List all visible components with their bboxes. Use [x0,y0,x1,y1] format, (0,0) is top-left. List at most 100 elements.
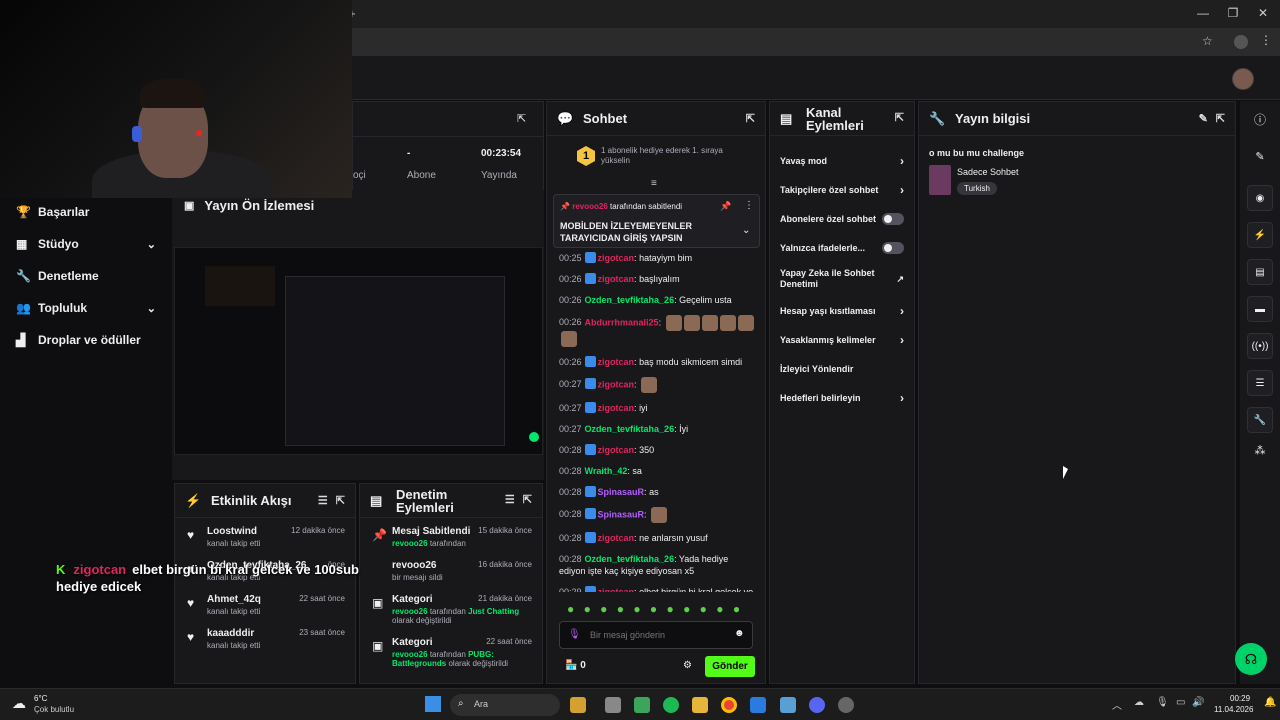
emote-image[interactable] [683,315,700,331]
activity-user[interactable]: Loostwind [207,526,257,537]
unpin-icon[interactable]: 📌 [720,201,731,212]
popout-icon[interactable]: ⇱ [746,112,755,125]
pinned-by-user[interactable]: revooo26 [572,202,608,211]
nav-item-moderation[interactable]: 🔧 Denetleme [0,260,172,292]
action-banned-words[interactable]: Yasaklanmış kelimeler › [770,325,914,354]
action-set-goals[interactable]: Hedefleri belirleyin › [770,383,914,412]
windows-start-icon[interactable] [425,696,441,712]
filter-icon[interactable]: ☰ [318,494,328,507]
emote-image[interactable] [701,315,718,331]
nav-item-community[interactable]: 👥 Topluluk ⌄ [0,292,172,324]
chevron-down-icon[interactable]: ⌄ [742,225,750,236]
emote-image[interactable] [719,315,736,331]
mod-user[interactable]: revooo26 [392,539,428,548]
bookmark-star-icon[interactable]: ☆ [1202,34,1213,48]
edit-icon[interactable]: ✎ [1199,112,1208,125]
tray-chevron-icon[interactable]: ︿ [1112,697,1122,712]
profile-icon[interactable] [1234,35,1248,49]
message-user[interactable]: Wraith_42 [585,466,628,476]
list-icon[interactable]: ☰ [1247,370,1273,396]
emoji-icon[interactable]: ☻ [734,628,745,639]
store-icon[interactable] [634,697,650,713]
maximize-button[interactable]: ❐ [1218,6,1248,20]
close-window-button[interactable]: ✕ [1248,6,1278,20]
chat-settings-icon[interactable]: ≡ [651,178,657,189]
microphone-icon[interactable]: 🎙 [568,629,581,640]
message-user[interactable]: zigotcan [598,587,635,592]
discord-icon[interactable] [809,697,825,713]
tray-icon[interactable]: ☁ [1134,697,1144,708]
message-user[interactable]: SpinasauR [598,487,645,497]
volume-icon[interactable]: 🔊 [1192,697,1204,708]
action-redirect-viewers[interactable]: İzleyici Yönlendir [770,354,914,383]
filter-icon[interactable]: ☰ [505,494,515,507]
chat-input[interactable] [588,627,728,643]
nav-item-drops[interactable]: ▟ Droplar ve ödüller [0,324,172,356]
pinned-message[interactable]: 📌 revooo26 tarafından sabitlendi 📌 ⋮ MOB… [553,194,760,248]
emote-image[interactable] [665,315,682,331]
more-options-icon[interactable]: ⋮ [744,200,754,211]
channel-points[interactable]: 🏪 0 [565,660,586,671]
action-slow-mode[interactable]: Yavaş mod › [770,146,914,175]
mic-tray-icon[interactable]: 🎙 [1156,697,1169,708]
network-icon[interactable]: ▭ [1176,697,1185,708]
popout-icon[interactable]: ⇱ [336,494,345,507]
gear-icon[interactable]: ⚙ [683,660,692,671]
message-user[interactable]: Ozden_tevfiktaha_26 [585,554,675,564]
mail-icon[interactable] [750,697,766,713]
action-subscribers-only[interactable]: Abonelere özel sohbet [770,204,914,233]
emote-image[interactable] [561,331,577,347]
action-ai-moderation[interactable]: Yapay Zeka ile Sohbet Denetimi ↗ [770,262,914,296]
mod-user[interactable]: revooo26 [392,650,428,659]
message-user[interactable]: Ozden_tevfiktaha_26 [585,295,675,305]
app-icon[interactable] [838,697,854,713]
browser-menu-icon[interactable]: ⋮ [1260,33,1272,47]
send-button[interactable]: Gönder [705,656,755,677]
help-button[interactable]: ☊ [1235,643,1267,675]
message-user[interactable]: SpinasauR [598,509,645,519]
message-user[interactable]: zigotcan [598,403,635,413]
emote-image[interactable] [737,315,754,331]
mod-action[interactable]: revooo26 [392,560,436,571]
message-user[interactable]: zigotcan [598,533,635,543]
tag-badge[interactable]: Turkish [957,182,997,195]
action-account-age[interactable]: Hesap yaşı kısıtlaması › [770,296,914,325]
chat-icon[interactable]: ▬ [1247,296,1273,322]
emote-image[interactable] [651,507,668,523]
broadcast-icon[interactable]: ((•)) [1247,333,1273,359]
info-icon[interactable]: ⓘ [1240,111,1280,128]
popout-icon[interactable]: ⇱ [895,112,904,125]
user-avatar[interactable] [1232,68,1254,90]
emote-image[interactable] [641,377,658,393]
message-user[interactable]: Ozden_tevfiktaha_26 [585,424,675,434]
notifications-icon[interactable]: 🔔 [1264,697,1276,708]
popout-icon[interactable]: ⇱ [517,112,526,125]
message-user[interactable]: zigotcan [598,357,635,367]
message-user[interactable]: Abdurrhmanali25 [585,317,659,327]
camera-icon[interactable]: ◉ [1247,185,1273,211]
nav-item-studio[interactable]: ▦ Stüdyo ⌄ [0,228,172,260]
spotify-icon[interactable] [663,697,679,713]
pencil-icon[interactable]: ✎ [1240,150,1280,163]
toggle-switch[interactable] [882,212,904,225]
action-followers-only[interactable]: Takipçilere özel sohbet › [770,175,914,204]
explorer-icon[interactable] [692,697,708,713]
activity-user[interactable]: kaaadddir [207,628,254,639]
message-user[interactable]: zigotcan [598,445,635,455]
nav-item-achievements[interactable]: 🏆 Başarılar [0,196,172,228]
document-icon[interactable]: ▤ [1247,259,1273,285]
bolt-icon[interactable]: ⚡ [1247,222,1273,248]
message-user[interactable]: zigotcan [598,253,635,263]
chrome-icon[interactable] [721,697,737,713]
app-icon[interactable] [780,697,796,713]
popout-icon[interactable]: ⇱ [523,494,532,507]
toggle-switch[interactable] [882,241,904,254]
stream-preview-video[interactable] [174,247,543,455]
wrench-icon[interactable]: 🔧 [1247,407,1273,433]
activity-user[interactable]: Ahmet_42q [207,594,261,605]
emote-bar[interactable]: ● ● ● ● ● ● ● ● ● ● ● [567,602,743,616]
message-user[interactable]: zigotcan [598,379,635,389]
action-emote-only[interactable]: Yalnızca ifadelerle... [770,233,914,262]
taskview-icon[interactable] [605,697,621,713]
chat-input-box[interactable]: 🎙 ☻ [559,621,753,649]
